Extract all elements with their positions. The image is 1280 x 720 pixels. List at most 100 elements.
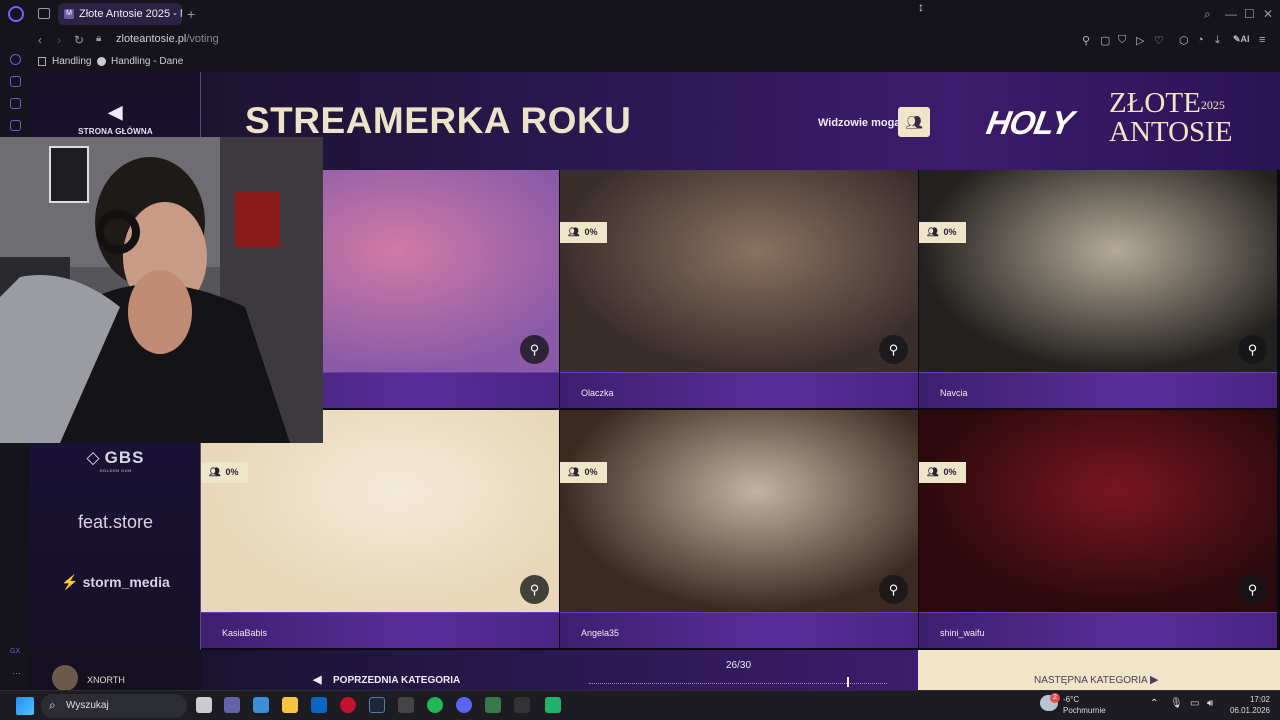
minimize-icon[interactable]: — (1225, 7, 1237, 21)
gx-corner-icon[interactable]: GX (10, 648, 20, 655)
opera-gx-icon[interactable] (340, 697, 356, 713)
mouse-cursor-icon: ↕ (918, 0, 924, 14)
outlook-icon[interactable] (311, 697, 327, 713)
zoom-icon[interactable]: ⚲ (879, 335, 908, 364)
chevron-up-icon[interactable]: ⌃ (1150, 698, 1158, 709)
player-icon[interactable]: ▷ (1136, 34, 1144, 47)
bookmark-handling-dane[interactable]: Handling - Dane (97, 56, 183, 67)
progress-marker (847, 677, 850, 687)
start-button-icon[interactable] (16, 697, 34, 715)
profile-icon[interactable]: ◔ (1197, 34, 1204, 46)
forward-icon[interactable]: › (57, 33, 61, 47)
sponsor-gbs-logo[interactable]: ◇ GBS GOLDEN GUN (30, 448, 201, 473)
viewers-group-icon[interactable]: 👥︎ (898, 107, 930, 137)
vote-percent: 0% (584, 467, 598, 477)
candidate-name: Angela35 (560, 612, 918, 648)
file-explorer-icon[interactable] (282, 697, 298, 713)
previous-category-button[interactable]: ◀ POPRZEDNIA KATEGORIA (201, 650, 559, 690)
page-title: STREAMERKA ROKU (245, 100, 632, 141)
messenger-icon[interactable] (10, 98, 21, 109)
app-icon[interactable] (514, 697, 530, 713)
reload-icon[interactable]: ↻ (74, 33, 84, 47)
people-icon: 👥︎ (927, 467, 939, 477)
task-view-icon[interactable] (196, 697, 212, 713)
search-icon[interactable]: ⌕ (1204, 7, 1211, 22)
store-icon[interactable] (253, 697, 269, 713)
zoom-icon[interactable]: ⚲ (520, 575, 549, 604)
candidate-photo (919, 410, 1277, 612)
lock-icon: 🔒︎ (96, 33, 102, 44)
url-field[interactable]: zloteantosie.pl/voting (116, 33, 219, 45)
people-icon: 👥︎ (568, 227, 580, 237)
active-tab[interactable]: M Złote Antosie 2025 - Najw (58, 3, 182, 25)
sponsor-storm-text: storm_media (82, 574, 170, 590)
snapshot-icon[interactable]: ▢ (1100, 34, 1110, 47)
heart-icon[interactable]: ♡ (1154, 34, 1164, 47)
menu-icon[interactable]: ≡ (1259, 34, 1265, 46)
vote-percent-badge: 👥︎ 0% (919, 222, 966, 243)
shield-icon[interactable]: ⛉ (1118, 34, 1126, 47)
clock-time[interactable]: 17:02 (1226, 695, 1270, 704)
mail-icon[interactable] (10, 120, 21, 131)
maximize-icon[interactable]: ☐ (1244, 7, 1255, 21)
tab-switcher-icon[interactable] (38, 8, 50, 19)
home-link[interactable]: ◀ STRONA GŁÓWNA (30, 102, 201, 136)
search-placeholder: Wyszukaj (66, 700, 109, 711)
network-icon[interactable]: ▭ (1190, 698, 1199, 709)
sponsor-feat-logo[interactable]: feat.store (30, 512, 201, 533)
streamer-name: XNORTH (87, 675, 125, 685)
app-icon[interactable] (545, 697, 561, 713)
extensions-icon[interactable]: ⬡ (1179, 34, 1189, 47)
spotify-icon[interactable] (427, 697, 443, 713)
pin-icon[interactable]: ⚲ (1082, 34, 1090, 47)
next-category-button[interactable]: NASTĘPNA KATEGORIA ▶ (918, 650, 1280, 690)
zoom-icon[interactable]: ⚲ (1238, 575, 1267, 604)
steam-icon[interactable] (369, 697, 385, 713)
clock-date[interactable]: 06.01.2026 (1222, 706, 1270, 715)
excel-icon[interactable] (485, 697, 501, 713)
arrow-right-icon: ▶ (1150, 674, 1159, 686)
candidate-card[interactable]: 👥︎ 0% ⚲ Olaczka (560, 170, 918, 408)
logo-antosie-text: ANTOSIE (1109, 115, 1233, 148)
windows-taskbar: ⌕ Wyszukaj 2 -6°C Pochmurnie ⌃ 🎙︎ ▭ 🔊︎ 1… (0, 690, 1280, 720)
candidate-card[interactable]: 👥︎ 0% ⚲ Angela35 (560, 410, 918, 648)
vote-percent: 0% (584, 227, 598, 237)
candidate-card[interactable]: 👥︎ 0% ⚲ KasiaBabis (201, 410, 559, 648)
candidate-card[interactable]: 👥︎ 0% ⚲ shini_waifu (919, 410, 1277, 648)
candidate-name: KasiaBabis (201, 612, 559, 648)
bookmark-handling[interactable]: Handling (38, 56, 91, 67)
new-tab-button[interactable]: + (187, 6, 195, 22)
candidate-card[interactable]: 👥︎ 0% ⚲ Navcia (919, 170, 1277, 408)
discord-icon[interactable] (456, 697, 472, 713)
microphone-icon[interactable]: 🎙︎ (1170, 698, 1183, 709)
bookmarks-bar: Handling Handling - Dane (30, 52, 1280, 72)
zoom-icon[interactable]: ⚲ (520, 335, 549, 364)
weather-temp: -6°C (1063, 695, 1080, 704)
arrow-left-icon: ◀ (313, 674, 322, 686)
search-icon: ⌕ (49, 698, 56, 712)
sponsor-storm-logo[interactable]: ⚡ storm_media (30, 574, 201, 591)
weather-badge: 2 (1050, 693, 1060, 703)
vote-percent-badge: 👥︎ 0% (201, 462, 248, 483)
category-progress: 26/30 (559, 650, 918, 690)
more-icon[interactable]: ⋯ (12, 668, 21, 679)
download-icon[interactable]: ⤓ (1215, 34, 1220, 47)
candidate-name: Olaczka (560, 372, 918, 408)
candidate-name: shini_waifu (919, 612, 1277, 648)
volume-icon[interactable]: 🔊︎ (1207, 698, 1213, 709)
history-icon[interactable] (10, 54, 21, 65)
wallet-icon[interactable] (10, 76, 21, 87)
app-icon[interactable] (398, 697, 414, 713)
zoom-icon[interactable]: ⚲ (879, 575, 908, 604)
back-icon[interactable]: ‹ (38, 33, 42, 47)
sponsor-gbs-text: GBS (104, 448, 145, 467)
close-icon[interactable]: ✕ (1263, 7, 1273, 21)
bookmark-icon (38, 57, 46, 66)
zoom-icon[interactable]: ⚲ (1238, 335, 1267, 364)
vote-percent-badge: 👥︎ 0% (560, 222, 607, 243)
ai-icon[interactable]: ✎AI (1233, 34, 1250, 45)
teams-icon[interactable] (224, 697, 240, 713)
taskbar-search[interactable]: ⌕ Wyszukaj (41, 694, 187, 718)
browser-logo-icon[interactable] (8, 6, 24, 22)
progress-track (589, 683, 887, 684)
